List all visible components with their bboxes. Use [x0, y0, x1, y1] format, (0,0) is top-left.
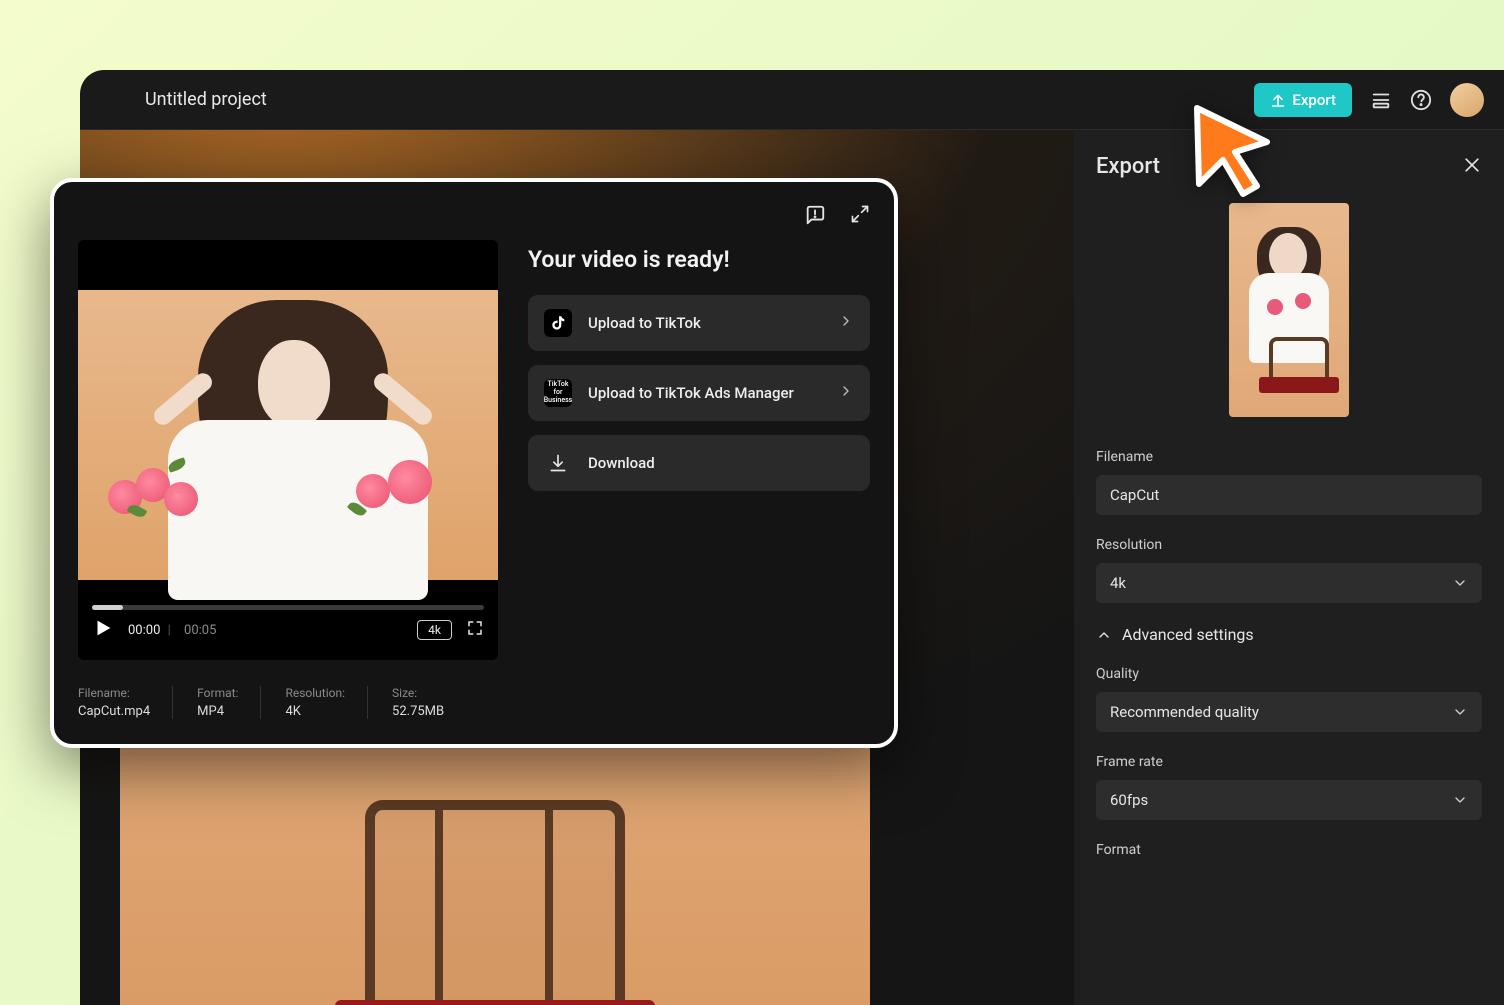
fi-format-label: Format: — [197, 686, 238, 700]
chevron-up-icon — [1096, 627, 1112, 643]
time-duration: 00:05 — [184, 623, 216, 638]
fi-size-value: 52.75MB — [392, 704, 444, 719]
filename-label: Filename — [1096, 449, 1482, 465]
advanced-settings-toggle[interactable]: Advanced settings — [1096, 625, 1482, 644]
time-current: 00:00 — [128, 623, 160, 638]
play-icon[interactable] — [92, 617, 114, 643]
frame-rate-value: 60fps — [1110, 791, 1148, 809]
fi-filename-value: CapCut.mp4 — [78, 704, 150, 719]
app-header: Untitled project Export — [80, 70, 1504, 130]
chevron-down-icon — [1452, 704, 1468, 720]
upload-tiktok-button[interactable]: Upload to TikTok — [528, 295, 870, 351]
chevron-down-icon — [1452, 575, 1468, 591]
download-icon — [544, 449, 572, 477]
video-ready-modal: 00:00 | 00:05 4k Filename: CapCut.mp4 — [50, 178, 898, 748]
upload-tiktok-ads-button[interactable]: TikTokfor Business Upload to TikTok Ads … — [528, 365, 870, 421]
resolution-select[interactable]: 4k — [1096, 563, 1482, 603]
avatar[interactable] — [1450, 83, 1484, 117]
quality-value: Recommended quality — [1110, 703, 1259, 721]
fi-filename-label: Filename: — [78, 686, 150, 700]
export-thumbnail — [1229, 203, 1349, 417]
upload-icon — [1270, 92, 1286, 108]
export-button-label: Export — [1292, 91, 1336, 109]
player-frame — [78, 290, 498, 580]
resolution-value: 4k — [1110, 574, 1126, 592]
fi-format-value: MP4 — [197, 704, 238, 719]
download-button[interactable]: Download — [528, 435, 870, 491]
help-icon[interactable] — [1410, 89, 1432, 111]
export-button[interactable]: Export — [1254, 83, 1352, 117]
filename-input[interactable] — [1096, 475, 1482, 515]
fi-size-label: Size: — [392, 686, 444, 700]
tiktok-ads-icon: TikTokfor Business — [544, 379, 572, 407]
fullscreen-icon[interactable] — [466, 619, 484, 641]
video-player[interactable]: 00:00 | 00:05 4k — [78, 240, 498, 660]
panels-icon[interactable] — [1370, 89, 1392, 111]
chevron-right-icon — [838, 383, 854, 403]
project-title[interactable]: Untitled project — [145, 89, 1254, 110]
resolution-label: Resolution — [1096, 537, 1482, 553]
upload-tiktok-label: Upload to TikTok — [588, 314, 822, 332]
expand-icon[interactable] — [850, 204, 870, 230]
close-icon[interactable] — [1462, 155, 1482, 179]
fi-resolution-label: Resolution: — [285, 686, 345, 700]
upload-tiktok-ads-label: Upload to TikTok Ads Manager — [588, 384, 822, 402]
format-label: Format — [1096, 842, 1482, 858]
tiktok-icon — [544, 309, 572, 337]
frame-rate-select[interactable]: 60fps — [1096, 780, 1482, 820]
fi-resolution-value: 4K — [285, 704, 345, 719]
chevron-right-icon — [838, 313, 854, 333]
advanced-settings-label: Advanced settings — [1122, 625, 1254, 644]
export-panel-title: Export — [1096, 154, 1160, 179]
feedback-icon[interactable] — [804, 204, 826, 230]
resolution-badge: 4k — [417, 620, 452, 640]
ready-title: Your video is ready! — [528, 246, 870, 273]
chevron-down-icon — [1452, 792, 1468, 808]
header-actions: Export — [1254, 83, 1484, 117]
export-panel: Export Filename Resolution 4k — [1074, 130, 1504, 1005]
file-info: Filename: CapCut.mp4 Format: MP4 Resolut… — [78, 686, 498, 719]
quality-select[interactable]: Recommended quality — [1096, 692, 1482, 732]
quality-label: Quality — [1096, 666, 1482, 682]
frame-rate-label: Frame rate — [1096, 754, 1482, 770]
download-label: Download — [588, 454, 854, 472]
